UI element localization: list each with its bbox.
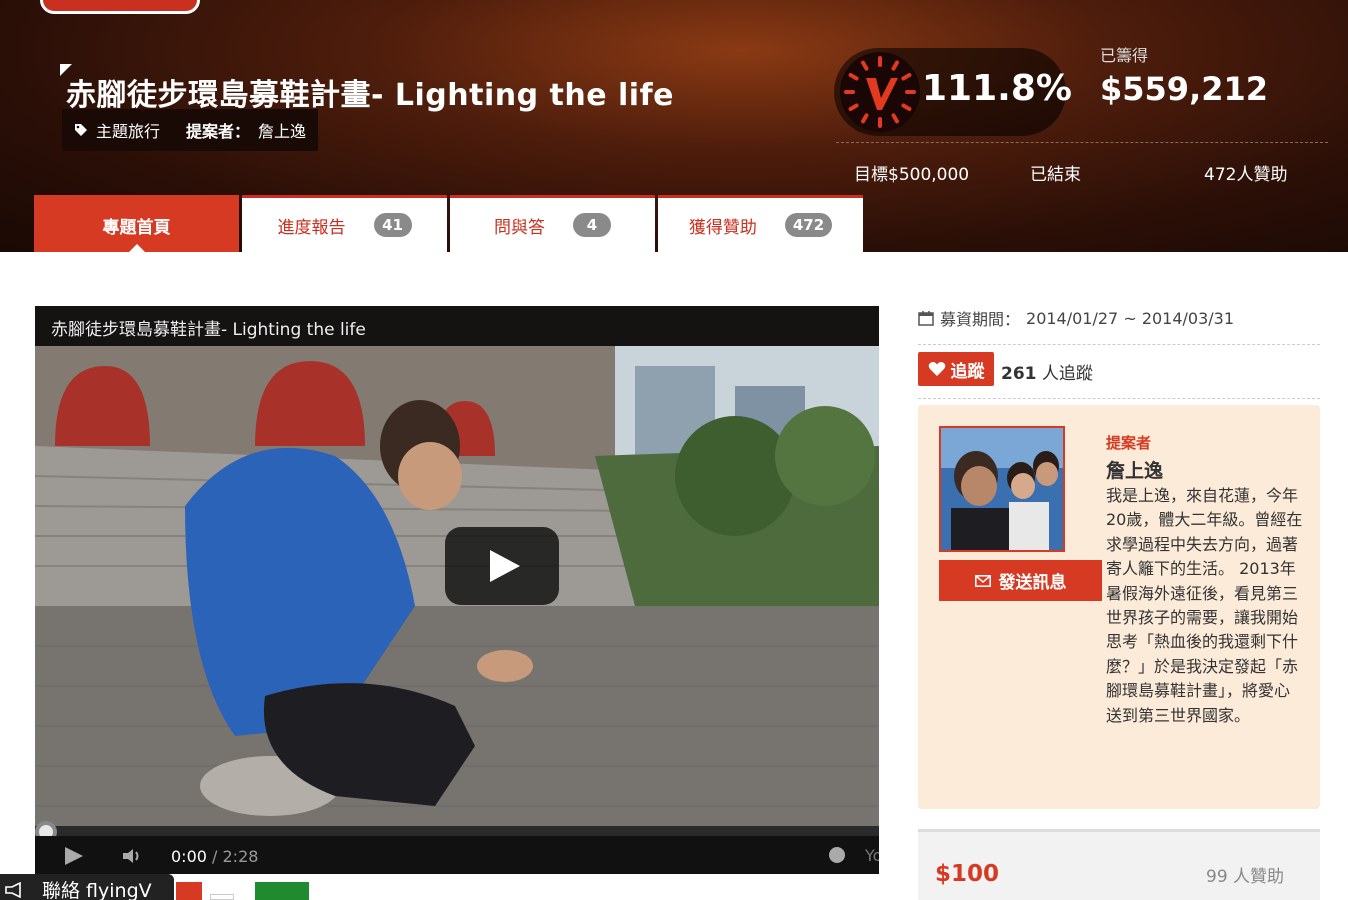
funding-period: 募資期間： 2014/01/27 ~ 2014/03/31: [918, 306, 1234, 330]
contact-label: 聯絡 flyingV: [42, 880, 152, 900]
share-button-red[interactable]: [176, 882, 202, 900]
megaphone-icon: [5, 882, 21, 898]
project-hero: 赤腳徒步環島募鞋計畫- Lighting the life 主題旅行 提案者： …: [0, 0, 1348, 252]
mail-icon: [974, 574, 991, 587]
play-icon[interactable]: [65, 847, 83, 865]
tag-icon: [75, 124, 87, 136]
stats-divider: [836, 142, 1328, 143]
tab-qa[interactable]: 問與答 4: [450, 195, 655, 252]
funded-percent: 111.8%: [922, 68, 1072, 109]
tab-backers[interactable]: 獲得贊助 472: [658, 195, 863, 252]
raised-amount: $559,212: [1100, 70, 1269, 108]
flyingv-logo[interactable]: [40, 0, 200, 14]
contact-flyingv-button[interactable]: 聯絡 flyingV: [0, 874, 174, 900]
campaign-status: 已結束: [1030, 165, 1081, 185]
tab-count-badge: 4: [573, 213, 611, 237]
proposer-name-link[interactable]: 詹上逸: [258, 118, 306, 142]
project-title: 赤腳徒步環島募鞋計畫- Lighting the life: [66, 78, 674, 113]
follower-count: 261 人追蹤: [1001, 359, 1093, 384]
video-controls: 0:00 / 2:28 Yo: [35, 836, 879, 874]
v-badge-icon: [840, 52, 920, 132]
tab-label: 獲得贊助: [688, 217, 757, 238]
project-tabs: 專題首頁 進度報告 41 問與答 4 獲得贊助 472: [34, 195, 863, 252]
proposer-card-label: 提案者: [1106, 434, 1152, 452]
clock-icon[interactable]: [829, 847, 845, 863]
follower-suffix: 人追蹤: [1036, 364, 1093, 384]
divider: [918, 344, 1320, 345]
follower-number: 261: [1001, 364, 1037, 384]
share-button-green[interactable]: [255, 882, 309, 900]
period-value: 2014/01/27 ~ 2014/03/31: [1026, 308, 1235, 328]
category-link[interactable]: 主題旅行: [96, 118, 160, 142]
follow-button[interactable]: 追蹤: [918, 352, 994, 386]
raised-label: 已籌得: [1100, 46, 1149, 65]
send-message-button[interactable]: 發送訊息: [939, 560, 1102, 601]
reward-amount: $100: [935, 861, 1000, 887]
calendar-icon: [918, 311, 934, 326]
tab-count-badge: 472: [784, 213, 833, 237]
divider: [918, 398, 1320, 399]
proposer-bio: 我是上逸，來自花蓮，今年20歲，體大二年級。曾經在求學過程中失去方向，過著寄人籬…: [1106, 486, 1303, 725]
project-meta-bar: 主題旅行 提案者： 詹上逸: [62, 109, 319, 151]
current-time: 0:00: [171, 847, 207, 866]
tab-home[interactable]: 專題首頁: [34, 195, 239, 252]
tab-count-badge: 41: [373, 213, 412, 237]
tab-label: 專題首頁: [102, 217, 171, 238]
youtube-logo[interactable]: Yo: [865, 846, 879, 865]
reward-backers: 99 人贊助: [1206, 867, 1285, 887]
proposer-label: 提案者：: [186, 122, 251, 141]
video-time: 0:00 / 2:28: [171, 847, 258, 866]
play-button[interactable]: [445, 527, 559, 605]
video-duration: / 2:28: [206, 847, 259, 866]
volume-icon[interactable]: [121, 847, 143, 865]
avatar-photo: [941, 428, 1063, 550]
proposer-card-name[interactable]: 詹上逸: [1106, 456, 1163, 483]
video-player[interactable]: 赤腳徒步環島募鞋計畫- Lighting the life 0:00 / 2:2…: [35, 306, 879, 874]
heart-icon: [928, 362, 945, 376]
video-progress-bar[interactable]: [35, 826, 879, 836]
send-message-label: 發送訊息: [998, 573, 1067, 593]
share-button-white[interactable]: [210, 894, 234, 900]
period-label: 募資期間：: [940, 310, 1021, 329]
video-title-bar: 赤腳徒步環島募鞋計畫- Lighting the life: [35, 306, 879, 346]
video-title[interactable]: 赤腳徒步環島募鞋計畫- Lighting the life: [51, 315, 366, 340]
backer-count: 472人贊助: [1204, 165, 1288, 185]
tab-label: 問與答: [494, 217, 545, 238]
proposer-avatar[interactable]: [939, 426, 1065, 552]
tab-label: 進度報告: [277, 217, 346, 238]
goal-amount: 目標$500,000: [854, 165, 970, 185]
follow-label: 追蹤: [950, 361, 985, 382]
tab-progress-reports[interactable]: 進度報告 41: [242, 195, 447, 252]
